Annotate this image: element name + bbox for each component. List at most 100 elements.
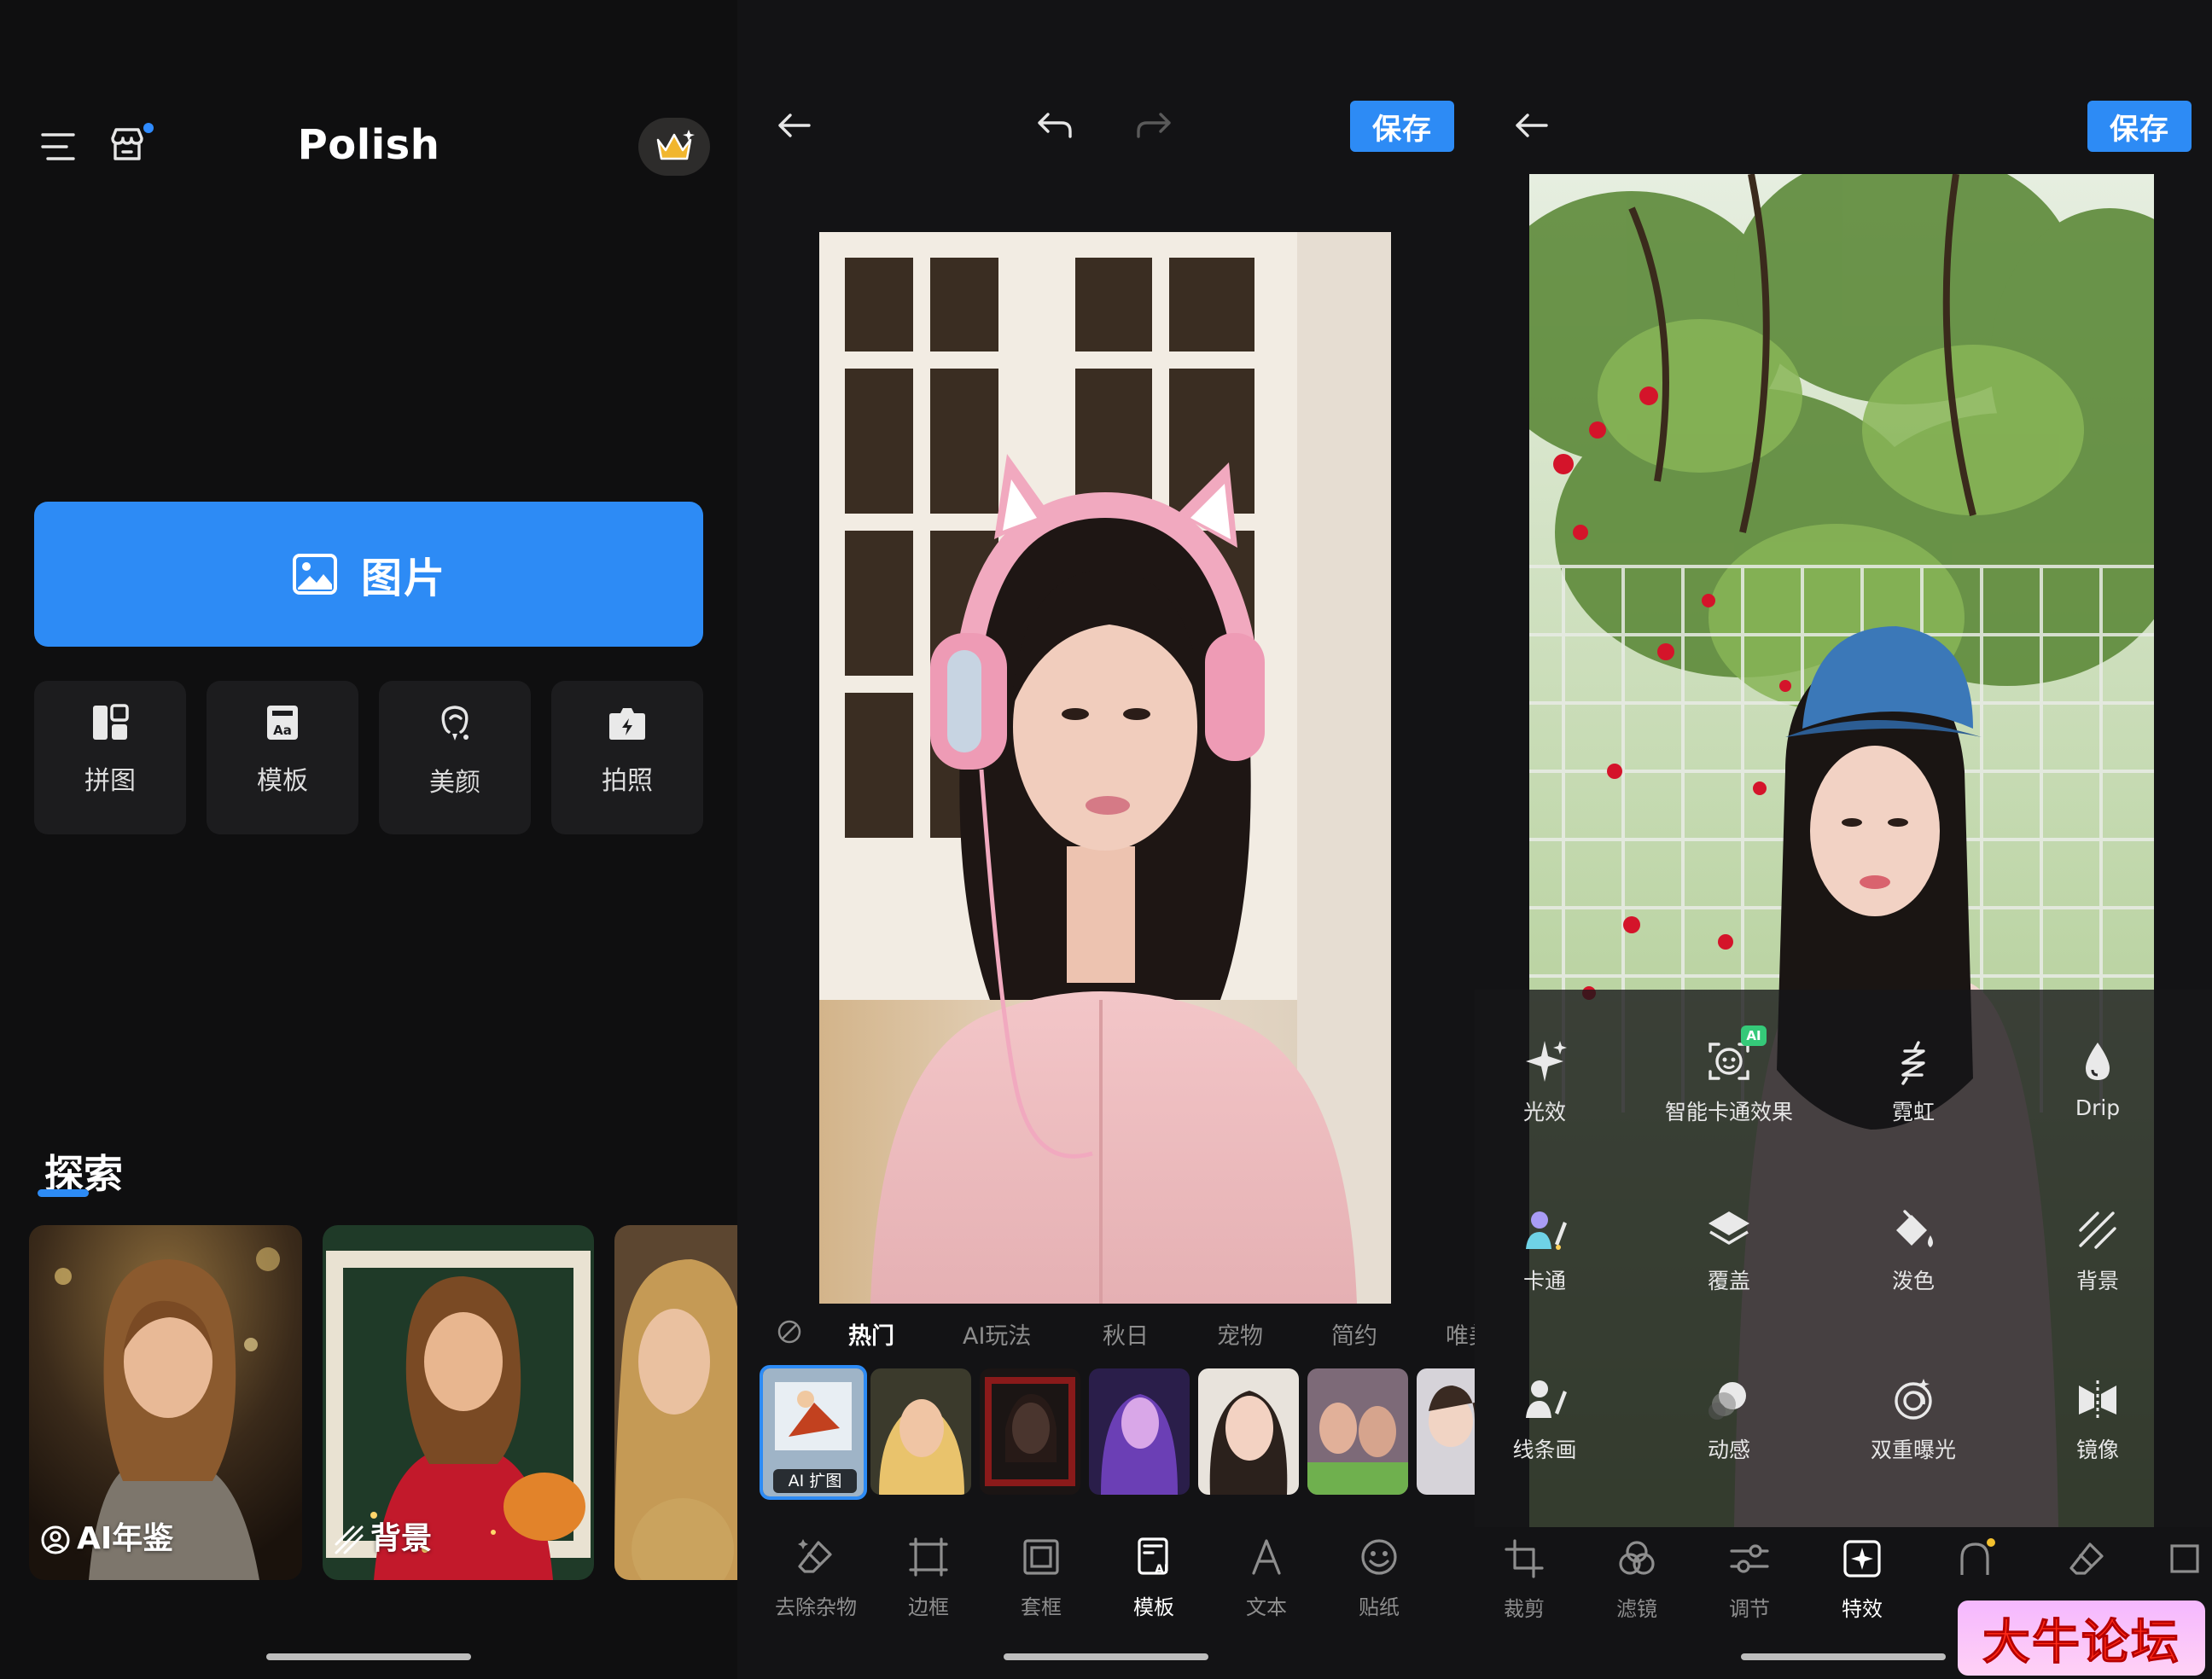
store-icon[interactable] — [106, 123, 154, 169]
template-label: 模板 — [257, 766, 308, 796]
effect-cartoon[interactable]: 卡通 — [1475, 1206, 1630, 1295]
tool-filter[interactable]: 滤镜 — [1580, 1537, 1693, 1622]
eraser-icon — [2069, 1542, 2104, 1575]
template-thumb[interactable] — [1307, 1368, 1408, 1495]
effect-line-art[interactable]: 线条画 — [1475, 1375, 1630, 1464]
effect-double-exposure[interactable]: 双重曝光 — [1828, 1375, 1999, 1464]
template-thumbnails: AI 扩图 — [754, 1365, 1475, 1500]
template-thumb-ai-expand[interactable]: AI 扩图 — [760, 1365, 867, 1500]
effect-smart-cartoon[interactable]: AI 智能卡通效果 — [1644, 1025, 1814, 1126]
effects-editor-screen: 保存 光效 AI 智能卡通效果 霓虹 Drip 卡通 覆盖 泼色 背景 线条画 … — [1475, 0, 2212, 1679]
beauty-icon — [1960, 1538, 1995, 1575]
text-icon — [1252, 1539, 1281, 1575]
template-categories: 热门 AI玩法 秋日 宠物 简约 唯美 — [737, 1297, 1475, 1367]
home-indicator — [1004, 1653, 1208, 1660]
tool-remove-objects[interactable]: 去除杂物 — [760, 1536, 872, 1630]
beauty-button[interactable]: 美颜 — [379, 681, 531, 834]
effect-mirror[interactable]: 镜像 — [2012, 1375, 2183, 1464]
filter-icon — [1619, 1541, 1655, 1575]
ai-expand-tag: AI 扩图 — [773, 1469, 857, 1493]
crop-icon — [1505, 1539, 1544, 1578]
explore-card-ai-yearbook[interactable]: AI年鉴 — [29, 1225, 302, 1580]
app-title: Polish — [297, 121, 440, 169]
background-icon — [335, 1525, 364, 1554]
template-button[interactable]: Aa 模板 — [207, 681, 358, 834]
tool-text[interactable]: 文本 — [1210, 1536, 1323, 1630]
effect-splash[interactable]: 泼色 — [1828, 1206, 1999, 1295]
back-arrow-icon[interactable] — [1509, 102, 1555, 148]
back-arrow-icon[interactable] — [771, 102, 818, 148]
category-autumn[interactable]: 秋日 — [1103, 1317, 1149, 1351]
tool-border[interactable]: 边框 — [872, 1536, 985, 1630]
category-simple[interactable]: 简约 — [1331, 1317, 1377, 1351]
tool-label: 裁剪 — [1504, 1597, 1545, 1621]
open-picture-button[interactable]: 图片 — [34, 502, 703, 647]
home-tools: 拼图 Aa 模板 美颜 拍照 — [34, 681, 703, 834]
template-icon: Aa — [267, 706, 298, 740]
undo-icon[interactable] — [1033, 102, 1079, 148]
save-button[interactable]: 保存 — [2087, 101, 2192, 152]
template-bottom-toolbar: 去除杂物 边框 套框 AI 模板 文本 贴纸 — [760, 1536, 1435, 1630]
picture-button-label: 图片 — [360, 555, 446, 602]
collage-label: 拼图 — [84, 766, 136, 796]
effect-drip[interactable]: Drip — [2012, 1037, 2183, 1120]
tool-crop[interactable]: 裁剪 — [1475, 1537, 1580, 1622]
premium-crown-button[interactable] — [638, 118, 710, 176]
layers-icon — [1708, 1211, 1749, 1245]
effects-sparkle-icon — [1843, 1540, 1881, 1577]
template-thumb[interactable] — [870, 1368, 971, 1495]
tool-beauty[interactable] — [1918, 1537, 2031, 1580]
notification-dot — [143, 123, 154, 133]
tool-label: 套框 — [1021, 1595, 1062, 1619]
card-label: 背景 — [370, 1521, 433, 1556]
crown-icon — [656, 130, 695, 160]
explore-card-background[interactable]: 背景 — [323, 1225, 594, 1580]
category-aesthetic[interactable]: 唯美 — [1446, 1317, 1475, 1351]
motion-ball-icon — [1708, 1382, 1746, 1420]
camera-button[interactable]: 拍照 — [551, 681, 703, 834]
tool-template[interactable]: AI 模板 — [1097, 1536, 1210, 1630]
collage-button[interactable]: 拼图 — [34, 681, 186, 834]
tool-label: 特效 — [1842, 1597, 1883, 1621]
effect-overlay[interactable]: 覆盖 — [1644, 1206, 1814, 1295]
no-template-icon[interactable] — [777, 1319, 802, 1345]
save-button[interactable]: 保存 — [1350, 101, 1454, 152]
category-pets[interactable]: 宠物 — [1217, 1317, 1263, 1351]
tool-eraser[interactable] — [2031, 1537, 2144, 1580]
watermark-text: 大牛论坛 — [1982, 1614, 2180, 1670]
collage-icon — [93, 704, 129, 740]
tool-effects[interactable]: 特效 — [1806, 1537, 1918, 1622]
redo-icon[interactable] — [1130, 102, 1176, 148]
effects-panel: 光效 AI 智能卡通效果 霓虹 Drip 卡通 覆盖 泼色 背景 线条画 动感 … — [1475, 990, 2212, 1527]
template-thumb[interactable] — [1198, 1368, 1299, 1495]
adjust-sliders-icon — [1730, 1544, 1769, 1573]
explore-card-partial[interactable] — [614, 1225, 737, 1580]
template-thumb[interactable] — [1417, 1368, 1475, 1495]
effect-motion[interactable]: 动感 — [1644, 1375, 1814, 1464]
tool-frame[interactable] — [2157, 1537, 2212, 1580]
effect-label: 卡通 — [1522, 1269, 1566, 1293]
paint-bucket-icon — [1896, 1210, 1933, 1247]
background-lines-icon — [2079, 1211, 2116, 1249]
camera-icon — [609, 708, 645, 740]
tool-sticker[interactable]: 贴纸 — [1323, 1536, 1435, 1630]
template-thumb[interactable] — [980, 1368, 1080, 1495]
tool-label: 模板 — [1133, 1595, 1174, 1619]
image-icon — [292, 554, 337, 595]
category-hot[interactable]: 热门 — [848, 1317, 894, 1351]
beauty-face-icon — [441, 706, 469, 741]
svg-text:Aa: Aa — [273, 723, 292, 738]
neon-icon — [1901, 1041, 1925, 1085]
effect-light[interactable]: 光效 — [1475, 1037, 1630, 1126]
tool-frame[interactable]: 套框 — [985, 1536, 1097, 1630]
tool-adjust[interactable]: 调节 — [1693, 1537, 1806, 1622]
template-thumb[interactable] — [1089, 1368, 1190, 1495]
effect-neon[interactable]: 霓虹 — [1828, 1037, 1999, 1126]
card-image — [614, 1225, 737, 1580]
category-ai-play[interactable]: AI玩法 — [963, 1317, 1031, 1351]
menu-icon[interactable] — [38, 128, 82, 166]
home-screen: Polish 图片 拼图 Aa 模板 美颜 拍照 探索 AI年鉴 背景 — [0, 0, 737, 1679]
svg-text:AI: AI — [1155, 1563, 1168, 1577]
explore-underline — [38, 1189, 89, 1197]
effect-background[interactable]: 背景 — [2012, 1206, 2183, 1295]
